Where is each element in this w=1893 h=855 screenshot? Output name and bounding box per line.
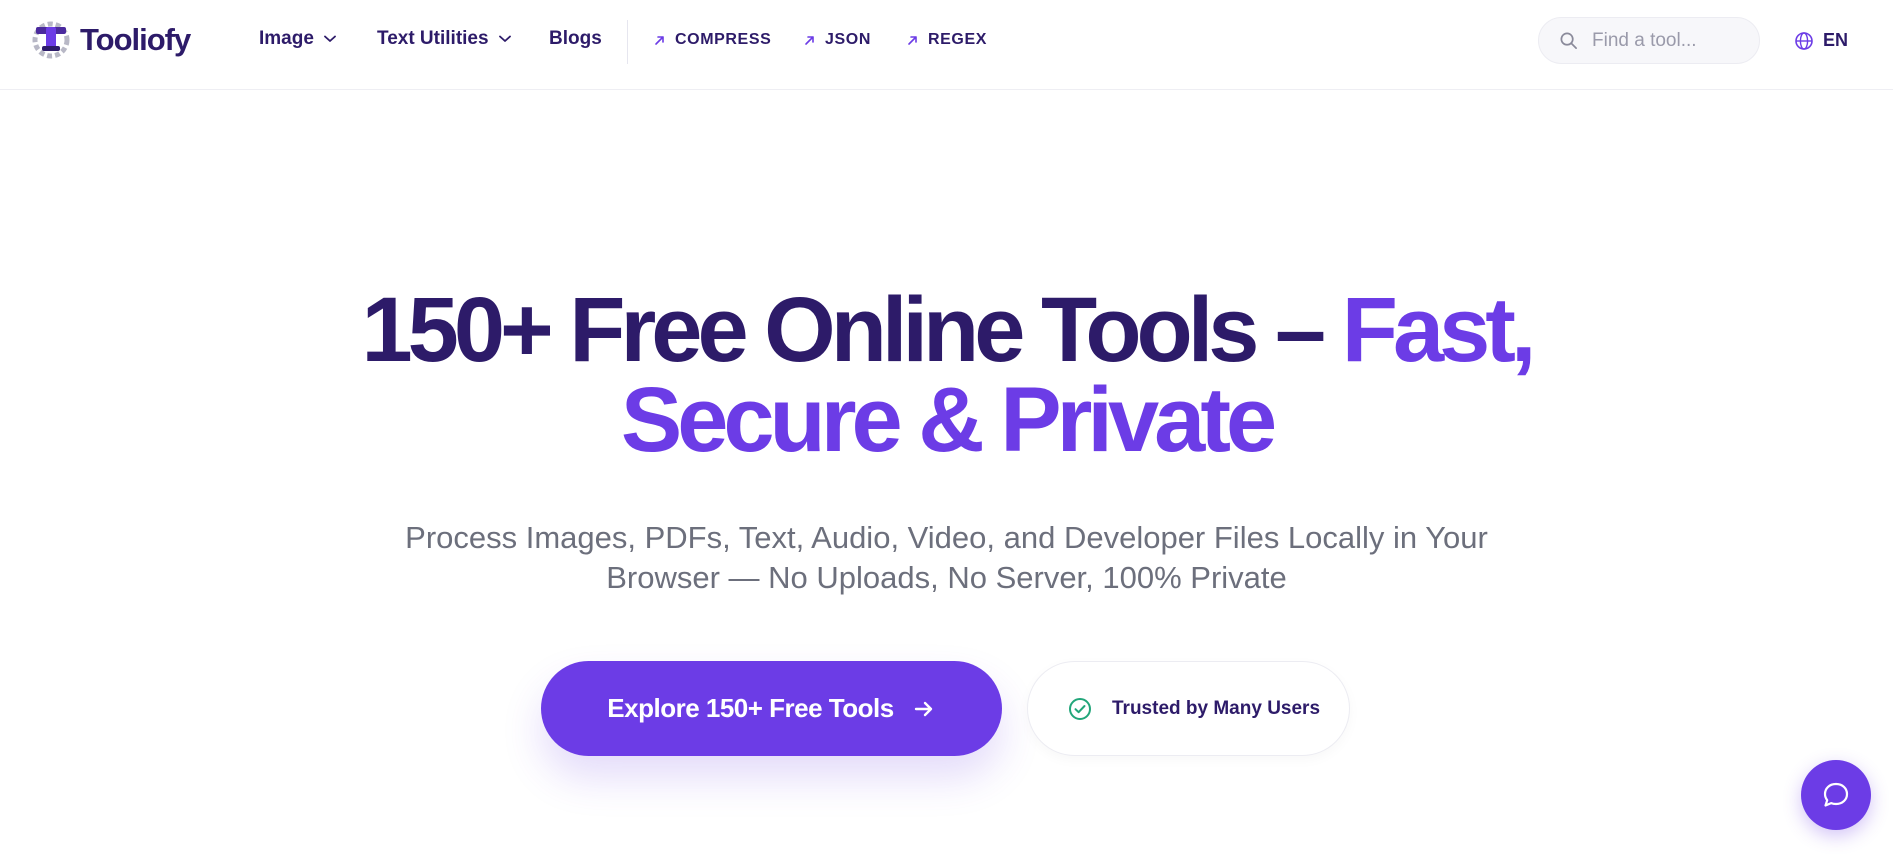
- search-input[interactable]: [1590, 28, 1754, 53]
- check-circle-icon: [1069, 697, 1091, 720]
- nav-blogs-label: Blogs: [549, 28, 602, 49]
- explore-tools-label: Explore 150+ Free Tools: [607, 693, 894, 723]
- trust-badge: Trusted by Many Users: [1027, 661, 1350, 756]
- nav-text-utilities[interactable]: Text Utilities: [377, 28, 511, 50]
- chevron-down-icon: [498, 35, 511, 42]
- quick-link-regex[interactable]: REGEX: [907, 31, 987, 49]
- nav-image[interactable]: Image: [259, 28, 336, 50]
- trust-label: Trusted by Many Users: [1112, 697, 1321, 719]
- quick-link-regex-label: REGEX: [928, 31, 988, 48]
- nav-image-label: Image: [259, 28, 314, 49]
- quick-link-json[interactable]: JSON: [804, 31, 871, 49]
- hero-title: 150+ Free Online Tools – Fast, Secure & …: [0, 284, 1893, 466]
- explore-tools-button[interactable]: Explore 150+ Free Tools: [541, 661, 1002, 756]
- hero-subtitle: Process Images, PDFs, Text, Audio, Video…: [405, 520, 1488, 595]
- arrow-up-right-icon: [805, 35, 814, 45]
- quick-link-compress-label: COMPRESS: [675, 31, 772, 48]
- logo-link[interactable]: Tooliofy: [30, 19, 191, 61]
- quick-link-compress[interactable]: COMPRESS: [654, 31, 771, 49]
- nav-text-utilities-label: Text Utilities: [377, 28, 489, 49]
- arrow-up-right-icon: [655, 35, 664, 45]
- arrow-up-right-icon: [908, 35, 917, 45]
- globe-icon: [1795, 31, 1813, 50]
- brand-name: Tooliofy: [80, 22, 191, 57]
- hero-title-accent-1: Fast,: [1341, 279, 1537, 381]
- language-label: EN: [1823, 30, 1849, 50]
- site-header: Tooliofy Image Text Utilities Blogs COMP…: [0, 0, 1893, 90]
- tool-search[interactable]: [1538, 17, 1760, 64]
- chevron-down-icon: [324, 35, 336, 42]
- wrench-gear-logo-icon: [32, 21, 70, 59]
- chat-bubble-icon: [1823, 782, 1849, 807]
- arrow-right-icon: [914, 701, 932, 716]
- language-switcher[interactable]: EN: [1794, 30, 1848, 51]
- chat-button[interactable]: [1801, 760, 1871, 830]
- hero-title-main: 150+ Free Online Tools –: [361, 279, 1342, 381]
- nav-divider: [627, 20, 628, 64]
- hero-title-accent-2: Secure & Private: [620, 369, 1277, 471]
- nav-blogs[interactable]: Blogs: [549, 28, 602, 50]
- search-icon: [1560, 32, 1577, 49]
- quick-link-json-label: JSON: [825, 31, 871, 48]
